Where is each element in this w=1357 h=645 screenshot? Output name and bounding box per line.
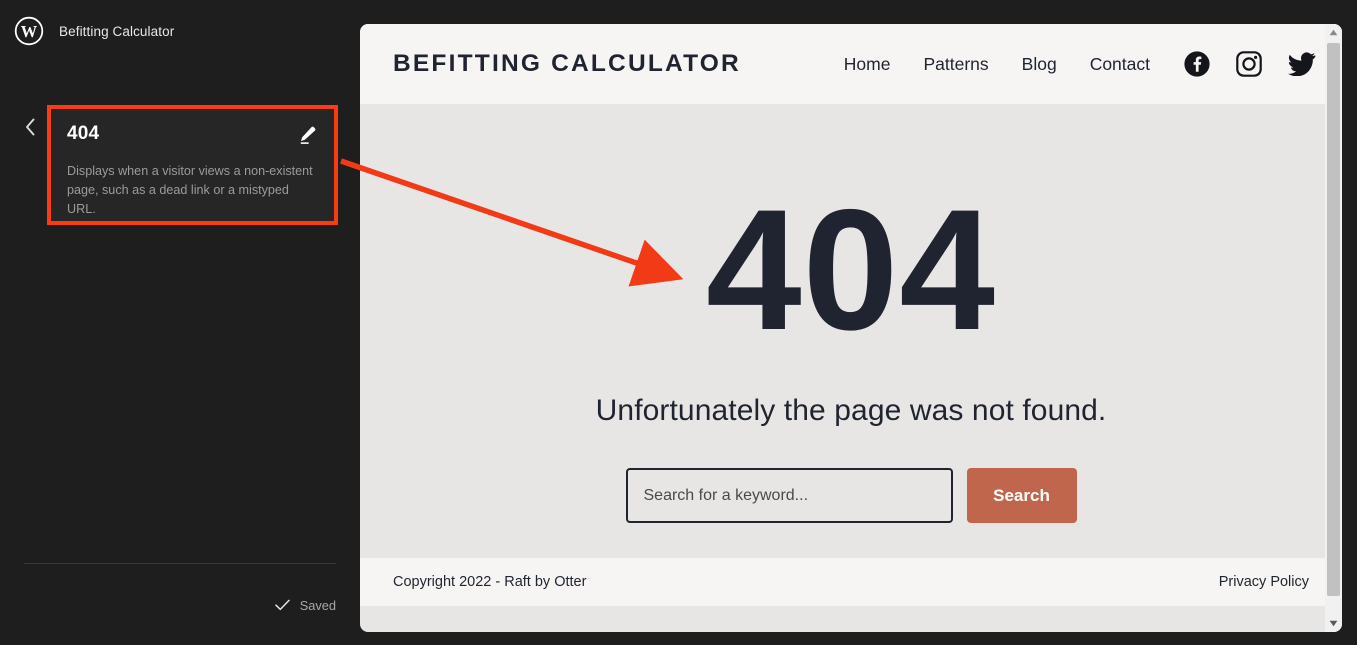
svg-text:W: W xyxy=(21,22,38,41)
save-status-label: Saved xyxy=(299,598,336,613)
sidebar-header: W Befitting Calculator xyxy=(0,0,360,62)
template-card-title: 404 xyxy=(67,123,100,144)
search-button[interactable]: Search xyxy=(966,468,1077,523)
footer-privacy-policy-link[interactable]: Privacy Policy xyxy=(1219,574,1309,590)
error-message: Unfortunately the page was not found. xyxy=(595,394,1107,427)
twitter-icon[interactable] xyxy=(1288,52,1316,76)
facebook-icon[interactable] xyxy=(1184,51,1210,77)
social-links xyxy=(1184,51,1316,77)
check-icon xyxy=(274,599,290,613)
wordpress-logo-icon[interactable]: W xyxy=(13,15,45,47)
preview-site-title: BEFITTING CALCULATOR xyxy=(393,50,741,77)
chevron-left-icon[interactable] xyxy=(19,114,41,140)
triangle-up-icon[interactable] xyxy=(1325,24,1342,41)
scrollbar-thumb[interactable] xyxy=(1327,43,1340,596)
sidebar-site-name: Befitting Calculator xyxy=(59,23,175,39)
instagram-icon[interactable] xyxy=(1236,51,1262,77)
sidebar-divider xyxy=(24,563,336,564)
preview-scrollbar[interactable] xyxy=(1325,24,1342,632)
template-card-header: 404 xyxy=(67,123,318,146)
preview-site-header: BEFITTING CALCULATOR Home Patterns Blog … xyxy=(360,24,1342,104)
search-form: Search xyxy=(625,468,1077,523)
site-preview-frame: BEFITTING CALCULATOR Home Patterns Blog … xyxy=(360,24,1342,632)
app-root: W Befitting Calculator 404 Displays when… xyxy=(0,0,1357,645)
nav-item-patterns[interactable]: Patterns xyxy=(923,54,988,75)
preview-primary-nav: Home Patterns Blog Contact xyxy=(811,51,1316,77)
site-editor-sidebar: W Befitting Calculator 404 Displays when… xyxy=(0,0,360,645)
search-input[interactable] xyxy=(625,468,953,523)
nav-item-contact[interactable]: Contact xyxy=(1090,54,1150,75)
error-code-heading: 404 xyxy=(706,174,996,366)
triangle-down-icon[interactable] xyxy=(1325,615,1342,632)
template-card-highlight: 404 Displays when a visitor views a non-… xyxy=(47,105,338,225)
preview-main-content: 404 Unfortunately the page was not found… xyxy=(360,104,1342,606)
pencil-icon[interactable] xyxy=(296,124,318,146)
save-status[interactable]: Saved xyxy=(274,598,336,613)
footer-copyright: Copyright 2022 - Raft by Otter xyxy=(393,574,587,590)
template-card-404[interactable]: 404 Displays when a visitor views a non-… xyxy=(51,109,334,221)
nav-item-home[interactable]: Home xyxy=(844,54,891,75)
preview-site-footer: Copyright 2022 - Raft by Otter Privacy P… xyxy=(360,558,1342,606)
template-card-description: Displays when a visitor views a non-exis… xyxy=(67,164,313,216)
nav-item-blog[interactable]: Blog xyxy=(1022,54,1057,75)
